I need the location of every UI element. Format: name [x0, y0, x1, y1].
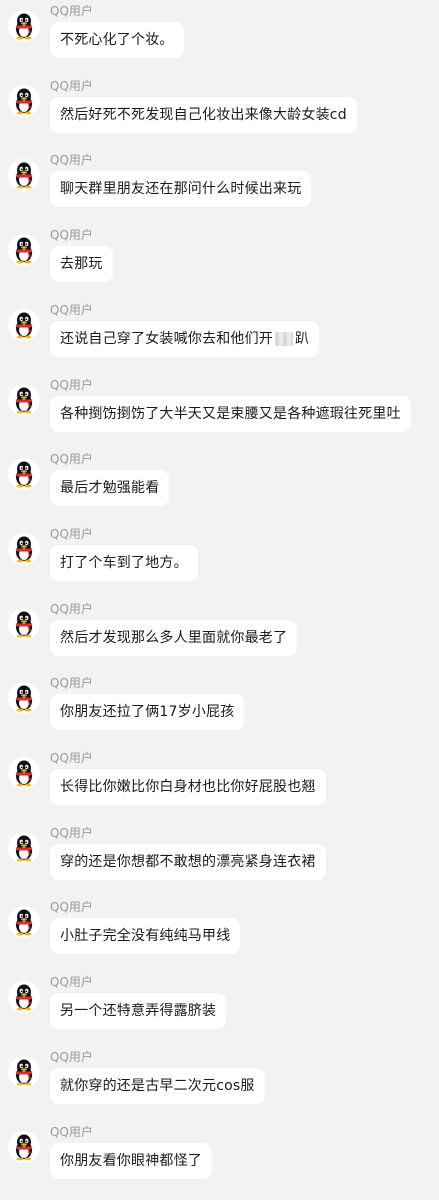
qq-penguin-graphic: [8, 384, 40, 416]
qq-penguin-icon[interactable]: [8, 757, 40, 789]
sender-name: QQ用户: [50, 751, 93, 765]
message-text: 小肚子完全没有纯纯马甲线: [60, 928, 231, 944]
message-row: QQ用户 还说自己穿了女装喊你去和他们开 趴: [0, 299, 439, 371]
qq-penguin-graphic: [8, 458, 40, 490]
qq-penguin-icon[interactable]: [8, 85, 40, 117]
message-row: QQ用户 最后才勉强能看: [0, 448, 439, 520]
message-bubble[interactable]: 长得比你嫩比你白身材也比你好屁股也翘: [50, 769, 326, 805]
message-text-after: 趴: [295, 331, 310, 347]
qq-penguin-icon[interactable]: [8, 981, 40, 1013]
qq-penguin-graphic: [8, 608, 40, 640]
message-text: 另一个还特意弄得露脐装: [60, 1003, 217, 1019]
message-bubble[interactable]: 打了个车到了地方。: [50, 545, 198, 581]
message-text: 打了个车到了地方。: [60, 555, 188, 571]
sender-name: QQ用户: [50, 676, 93, 690]
qq-penguin-icon[interactable]: [8, 458, 40, 490]
qq-penguin-graphic: [8, 981, 40, 1013]
message-bubble[interactable]: 另一个还特意弄得露脐装: [50, 993, 227, 1029]
sender-name: QQ用户: [50, 303, 93, 317]
qq-penguin-graphic: [8, 85, 40, 117]
message-bubble[interactable]: 去那玩: [50, 246, 113, 282]
sender-name: QQ用户: [50, 153, 93, 167]
message-text: 不死心化了个妆。: [60, 32, 174, 48]
qq-penguin-graphic: [8, 682, 40, 714]
qq-penguin-icon[interactable]: [8, 832, 40, 864]
message-text: 然后才发现那么多人里面就你最老了: [60, 630, 288, 646]
message-row: QQ用户 不死心化了个妆。: [0, 0, 439, 72]
sender-name: QQ用户: [50, 378, 93, 392]
message-row: QQ用户 然后好死不死发现自己化妆出来像大龄女装cd: [0, 75, 439, 147]
message-row: QQ用户 长得比你嫩比你白身材也比你好屁股也翘: [0, 747, 439, 819]
message-row: QQ用户 你朋友看你眼神都怪了: [0, 1121, 439, 1193]
message-bubble[interactable]: 就你穿的还是古早二次元cos服: [50, 1068, 265, 1104]
message-text: 还说自己穿了女装喊你去和他们开: [60, 331, 273, 347]
message-row: QQ用户 你朋友还拉了俩17岁小屁孩: [0, 672, 439, 744]
message-bubble[interactable]: 然后才发现那么多人里面就你最老了: [50, 620, 298, 656]
message-row: QQ用户 就你穿的还是古早二次元cos服: [0, 1046, 439, 1118]
qq-penguin-graphic: [8, 906, 40, 938]
message-row: QQ用户 打了个车到了地方。: [0, 523, 439, 595]
message-bubble[interactable]: 各种捯饬捯饬了大半天又是束腰又是各种遮瑕往死里吐: [50, 396, 411, 432]
qq-penguin-icon[interactable]: [8, 10, 40, 42]
qq-penguin-graphic: [8, 309, 40, 341]
message-row: QQ用户 小肚子完全没有纯纯马甲线: [0, 896, 439, 968]
message-text: 就你穿的还是古早二次元cos服: [60, 1078, 255, 1094]
message-bubble[interactable]: 你朋友看你眼神都怪了: [50, 1143, 212, 1179]
message-bubble[interactable]: 还说自己穿了女装喊你去和他们开 趴: [50, 321, 320, 357]
message-bubble[interactable]: 不死心化了个妆。: [50, 22, 184, 58]
sender-name: QQ用户: [50, 228, 93, 242]
sender-name: QQ用户: [50, 527, 93, 541]
sender-name: QQ用户: [50, 900, 93, 914]
qq-penguin-graphic: [8, 159, 40, 191]
sender-name: QQ用户: [50, 975, 93, 989]
qq-penguin-graphic: [8, 832, 40, 864]
sender-name: QQ用户: [50, 826, 93, 840]
message-bubble[interactable]: 聊天群里朋友还在那问什么时候出来玩: [50, 171, 312, 207]
message-row: QQ用户 穿的还是你想都不敢想的漂亮紧身连衣裙: [0, 822, 439, 894]
message-text: 聊天群里朋友还在那问什么时候出来玩: [60, 181, 302, 197]
chat-area[interactable]: QQ用户 不死心化了个妆。 QQ用户 然后好死不死发现自己化妆出来像大龄女装cd…: [0, 0, 439, 1200]
message-row: QQ用户 聊天群里朋友还在那问什么时候出来玩: [0, 149, 439, 221]
qq-penguin-graphic: [8, 234, 40, 266]
qq-penguin-graphic: [8, 1131, 40, 1163]
qq-penguin-icon[interactable]: [8, 682, 40, 714]
qq-penguin-icon[interactable]: [8, 608, 40, 640]
message-bubble[interactable]: 最后才勉强能看: [50, 470, 170, 506]
message-row: QQ用户 去那玩: [0, 224, 439, 296]
qq-penguin-icon[interactable]: [8, 309, 40, 341]
message-bubble[interactable]: 小肚子完全没有纯纯马甲线: [50, 918, 241, 954]
message-row: QQ用户 然后才发现那么多人里面就你最老了: [0, 598, 439, 670]
qq-penguin-icon[interactable]: [8, 906, 40, 938]
sender-name: QQ用户: [50, 1125, 93, 1139]
qq-penguin-graphic: [8, 757, 40, 789]
sender-name: QQ用户: [50, 1050, 93, 1064]
sender-name: QQ用户: [50, 4, 93, 18]
sender-name: QQ用户: [50, 79, 93, 93]
qq-penguin-icon[interactable]: [8, 159, 40, 191]
qq-penguin-graphic: [8, 1056, 40, 1088]
qq-penguin-icon[interactable]: [8, 1131, 40, 1163]
message-text: 去那玩: [60, 256, 103, 272]
sender-name: QQ用户: [50, 602, 93, 616]
qq-penguin-graphic: [8, 533, 40, 565]
qq-penguin-icon[interactable]: [8, 234, 40, 266]
message-text: 最后才勉强能看: [60, 480, 160, 496]
message-text: 你朋友还拉了俩17岁小屁孩: [60, 704, 235, 720]
qq-penguin-icon[interactable]: [8, 384, 40, 416]
message-row: QQ用户 另一个还特意弄得露脐装: [0, 971, 439, 1043]
message-bubble[interactable]: 然后好死不死发现自己化妆出来像大龄女装cd: [50, 97, 357, 133]
sender-name: QQ用户: [50, 452, 93, 466]
qq-penguin-graphic: [8, 10, 40, 42]
message-bubble[interactable]: 你朋友还拉了俩17岁小屁孩: [50, 694, 245, 730]
redacted-mosaic: [275, 332, 293, 346]
message-text: 你朋友看你眼神都怪了: [60, 1153, 202, 1169]
message-text: 然后好死不死发现自己化妆出来像大龄女装cd: [60, 107, 347, 123]
message-text: 长得比你嫩比你白身材也比你好屁股也翘: [60, 779, 316, 795]
message-bubble[interactable]: 穿的还是你想都不敢想的漂亮紧身连衣裙: [50, 844, 326, 880]
qq-penguin-icon[interactable]: [8, 1056, 40, 1088]
message-text: 各种捯饬捯饬了大半天又是束腰又是各种遮瑕往死里吐: [60, 406, 401, 422]
message-row: QQ用户 各种捯饬捯饬了大半天又是束腰又是各种遮瑕往死里吐: [0, 374, 439, 446]
qq-penguin-icon[interactable]: [8, 533, 40, 565]
message-text: 穿的还是你想都不敢想的漂亮紧身连衣裙: [60, 854, 316, 870]
